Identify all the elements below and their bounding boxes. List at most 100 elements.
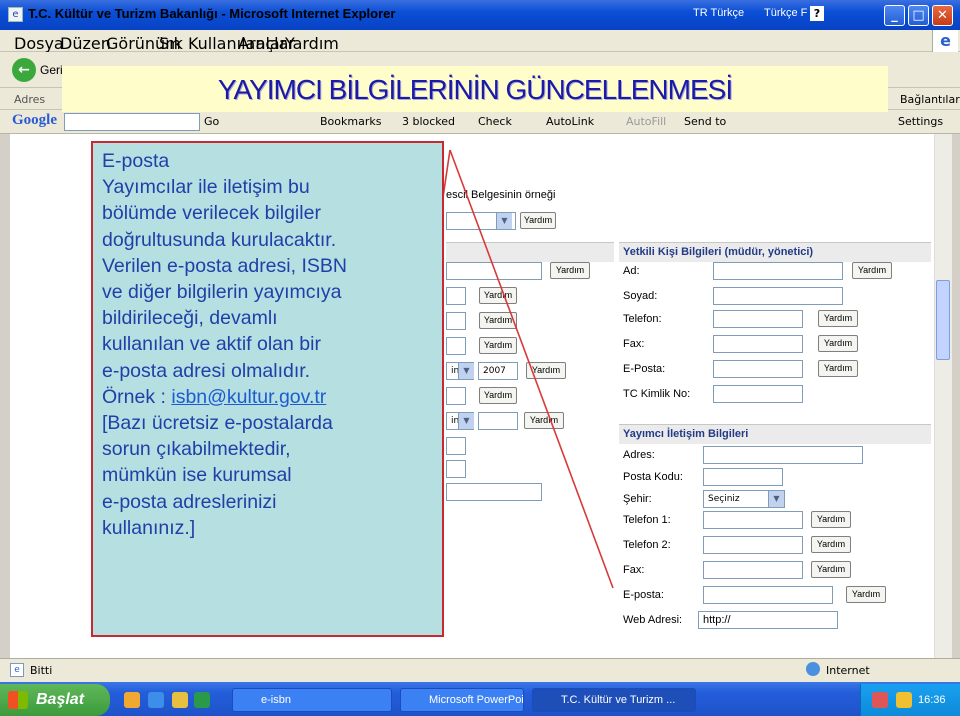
quicklaunch-ie-icon[interactable] bbox=[148, 692, 164, 708]
text-field[interactable] bbox=[446, 437, 466, 455]
eposta2-input[interactable] bbox=[703, 586, 833, 604]
window-title: T.C. Kültür ve Turizm Bakanlığı - Micros… bbox=[28, 6, 396, 21]
year-field[interactable]: 2007 bbox=[478, 362, 518, 380]
field-label-posta-kodu: Posta Kodu: bbox=[623, 471, 683, 483]
textbox-line: ve diğer bilgilerin yayımcıya bbox=[102, 281, 342, 304]
slide-textbox-body: E-posta Yayımcılar ile iletişim bu bölüm… bbox=[102, 148, 442, 541]
chevron-down-icon[interactable]: ▼ bbox=[458, 413, 474, 429]
clock: 16:36 bbox=[918, 694, 946, 706]
help-button[interactable]: Yardım bbox=[846, 586, 886, 603]
language-indicator[interactable]: TR Türkçe bbox=[693, 7, 744, 19]
help-icon[interactable]: ? bbox=[810, 6, 824, 21]
field-label-sehir: Şehir: bbox=[623, 493, 652, 505]
task-ie-kultur[interactable]: T.C. Kültür ve Turizm ... bbox=[532, 688, 696, 712]
keyboard-layout-indicator[interactable]: Türkçe F bbox=[764, 7, 807, 19]
ad-input[interactable] bbox=[713, 262, 843, 280]
telefon2-input[interactable] bbox=[703, 536, 803, 554]
chevron-down-icon[interactable]: ▼ bbox=[496, 213, 512, 229]
text-field[interactable] bbox=[446, 337, 466, 355]
chevron-down-icon[interactable]: ▼ bbox=[768, 491, 784, 507]
soyad-input[interactable] bbox=[713, 287, 843, 305]
textbox-line: bölümde verilecek bilgiler bbox=[102, 202, 321, 225]
field-label-fax: Fax: bbox=[623, 338, 645, 350]
quicklaunch-media-icon[interactable] bbox=[194, 692, 210, 708]
ie-page-icon[interactable]: e bbox=[8, 7, 23, 22]
google-logo[interactable]: Google bbox=[12, 112, 57, 129]
spell-check-button[interactable]: Check bbox=[478, 115, 512, 128]
minimize-button[interactable]: _ bbox=[884, 5, 905, 26]
address-label: Adres bbox=[14, 93, 46, 106]
text-field[interactable] bbox=[446, 312, 466, 330]
chevron-down-icon[interactable]: ▼ bbox=[458, 363, 474, 379]
text-field[interactable] bbox=[446, 262, 542, 280]
help-button[interactable]: Yardım bbox=[811, 561, 851, 578]
field-label-eposta: E-Posta: bbox=[623, 363, 666, 375]
security-zone: Internet bbox=[826, 664, 870, 677]
field-label-telefon1: Telefon 1: bbox=[623, 514, 671, 526]
text-field[interactable] bbox=[446, 460, 466, 478]
eposta-input[interactable] bbox=[713, 360, 803, 378]
bookmarks-button[interactable]: Bookmarks bbox=[320, 115, 381, 128]
help-button[interactable]: Yardım bbox=[520, 212, 556, 229]
quicklaunch-desktop-icon[interactable] bbox=[172, 692, 188, 708]
help-button[interactable]: Yardım bbox=[852, 262, 892, 279]
tescil-label: escil Belgesinin örneği bbox=[446, 189, 556, 201]
help-button[interactable]: Yardım bbox=[479, 387, 517, 404]
scrollbar-thumb[interactable] bbox=[936, 280, 950, 360]
textbox-line: e-posta adresi olmalıdır. bbox=[102, 359, 311, 382]
help-button[interactable]: Yardım bbox=[818, 360, 858, 377]
autolink-button[interactable]: AutoLink bbox=[546, 115, 594, 128]
textbox-line: Yayımcılar ile iletişim bu bbox=[102, 176, 310, 199]
task-powerpoint[interactable]: Microsoft PowerPoint ... bbox=[400, 688, 524, 712]
textbox-line: sorun çıkabilmektedir, bbox=[102, 438, 291, 461]
help-button[interactable]: Yardım bbox=[550, 262, 590, 279]
quicklaunch-explorer-icon[interactable] bbox=[124, 692, 140, 708]
settings-button[interactable]: Settings bbox=[898, 115, 943, 128]
example-email-link[interactable]: isbn@kultur.gov.tr bbox=[171, 386, 326, 408]
back-label[interactable]: Geri bbox=[40, 63, 63, 77]
help-button[interactable]: Yardım bbox=[524, 412, 564, 429]
close-button[interactable]: ✕ bbox=[932, 5, 953, 26]
text-field[interactable] bbox=[478, 412, 518, 430]
help-button[interactable]: Yardım bbox=[811, 536, 851, 553]
help-button[interactable]: Yardım bbox=[479, 287, 517, 304]
task-e-isbn[interactable]: e-isbn bbox=[232, 688, 392, 712]
help-button[interactable]: Yardım bbox=[479, 312, 517, 329]
field-label-fax2: Fax: bbox=[623, 564, 645, 576]
telefon1-input[interactable] bbox=[703, 511, 803, 529]
posta-kodu-input[interactable] bbox=[703, 468, 783, 486]
fax-input[interactable] bbox=[713, 335, 803, 353]
vertical-scrollbar[interactable] bbox=[934, 134, 952, 658]
popup-blocked-button[interactable]: 3 blocked bbox=[402, 115, 455, 128]
help-button[interactable]: Yardım bbox=[811, 511, 851, 528]
text-field[interactable] bbox=[446, 387, 466, 405]
menu-duzen[interactable]: Düzen bbox=[60, 34, 111, 53]
tc-kimlik-input[interactable] bbox=[713, 385, 803, 403]
help-button[interactable]: Yardım bbox=[479, 337, 517, 354]
iletisim-header: Yayımcı İletişim Bilgileri bbox=[623, 428, 749, 440]
help-button[interactable]: Yardım bbox=[526, 362, 566, 379]
field-label-soyad: Soyad: bbox=[623, 290, 658, 302]
textbox-line: E-posta bbox=[102, 150, 170, 172]
help-button[interactable]: Yardım bbox=[818, 335, 858, 352]
textbox-line: mümkün ise kurumsal bbox=[102, 464, 292, 487]
text-field[interactable] bbox=[446, 287, 466, 305]
fax2-input[interactable] bbox=[703, 561, 803, 579]
telefon-input[interactable] bbox=[713, 310, 803, 328]
adres-input[interactable] bbox=[703, 446, 863, 464]
page-done-icon: e bbox=[10, 663, 24, 677]
tray-icon[interactable] bbox=[896, 692, 912, 708]
links-label[interactable]: Bağlantılar bbox=[900, 93, 960, 106]
google-search-input[interactable] bbox=[64, 113, 200, 131]
menu-dosya[interactable]: Dosya bbox=[14, 34, 64, 53]
autofill-button[interactable]: AutoFill bbox=[626, 115, 666, 128]
back-button[interactable]: ← bbox=[12, 58, 36, 82]
textbox-line: Verilen e-posta adresi, ISBN bbox=[102, 254, 347, 277]
tray-icon[interactable] bbox=[872, 692, 888, 708]
google-go-button[interactable]: Go bbox=[204, 115, 219, 128]
text-field[interactable] bbox=[446, 483, 542, 501]
menu-yardim[interactable]: Yardım bbox=[285, 34, 339, 53]
help-button[interactable]: Yardım bbox=[818, 310, 858, 327]
send-to-button[interactable]: Send to bbox=[684, 115, 726, 128]
maximize-button[interactable]: □ bbox=[908, 5, 929, 26]
